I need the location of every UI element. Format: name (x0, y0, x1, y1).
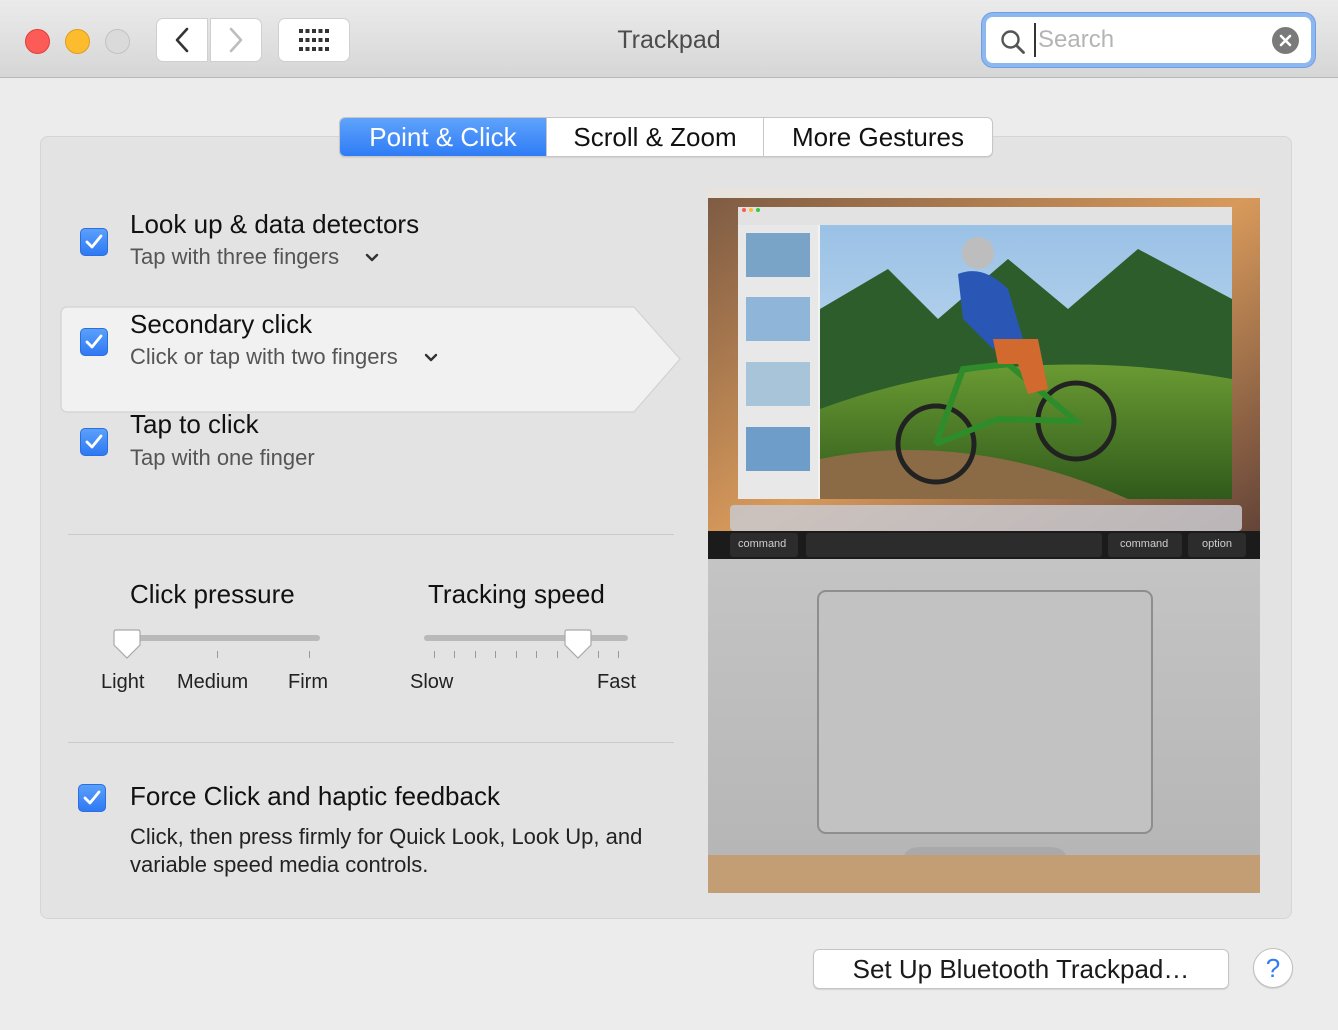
tap-to-click-checkbox[interactable] (80, 428, 108, 456)
tick-mark (597, 651, 599, 658)
look-up-subtitle: Tap with three fingers (130, 244, 340, 269)
click-pressure-track (116, 635, 320, 641)
tracking-speed-track (424, 635, 628, 641)
tick-mark (309, 651, 310, 658)
look-up-title: Look up & data detectors (130, 209, 420, 239)
secondary-click-gesture-dropdown[interactable]: Click or tap with two fingers (130, 344, 438, 370)
tick-mark (434, 651, 435, 658)
tab-point-and-click[interactable]: Point & Click (340, 118, 547, 156)
secondary-click-checkbox[interactable] (80, 328, 108, 356)
tick-mark (495, 651, 497, 658)
tap-to-click-title: Tap to click (130, 409, 259, 439)
tracking-speed-label: Tracking speed (428, 579, 605, 609)
divider (68, 742, 674, 743)
key-command-left: command (738, 538, 786, 550)
click-pressure-slider-thumb[interactable] (113, 628, 141, 660)
tick-mark (515, 651, 517, 658)
force-click-description: Click, then press firmly for Quick Look,… (130, 824, 643, 877)
tab-bar: Point & Click Scroll & Zoom More Gesture… (339, 117, 993, 157)
look-up-checkbox[interactable] (80, 228, 108, 256)
search-input[interactable] (1034, 23, 1264, 57)
tick-mark (454, 651, 456, 658)
pressure-firm-label: Firm (288, 671, 328, 693)
checkmark-icon (85, 234, 103, 249)
chevron-down-icon (424, 353, 438, 362)
checkmark-icon (83, 790, 101, 805)
tick-mark (474, 651, 476, 658)
search-field[interactable] (982, 13, 1315, 67)
trackpad-surface (817, 590, 1153, 834)
chevron-down-icon (366, 253, 379, 262)
gesture-preview-video: command command option (708, 189, 1260, 893)
title-bar: Trackpad (0, 0, 1338, 78)
tap-to-click-subtitle: Tap with one finger (130, 445, 315, 470)
tick-mark (217, 651, 218, 658)
key-command-right: command (1120, 538, 1168, 550)
pressure-medium-label: Medium (177, 671, 249, 693)
force-click-title: Force Click and haptic feedback (130, 781, 500, 811)
divider (68, 534, 674, 535)
tab-scroll-and-zoom[interactable]: Scroll & Zoom (547, 118, 764, 156)
clear-search-button[interactable] (1272, 27, 1299, 54)
click-pressure-label: Click pressure (130, 579, 295, 609)
secondary-click-title: Secondary click (130, 309, 313, 339)
tab-more-gestures[interactable]: More Gestures (764, 118, 992, 156)
tick-mark (618, 651, 619, 658)
force-click-checkbox[interactable] (78, 784, 106, 812)
close-icon (1279, 34, 1292, 47)
tick-mark (556, 651, 558, 658)
speed-slow-label: Slow (410, 671, 454, 693)
key-option: option (1202, 538, 1232, 550)
tick-mark (536, 651, 538, 658)
help-button[interactable]: ? (1253, 948, 1293, 988)
speed-fast-label: Fast (597, 671, 636, 693)
secondary-click-subtitle: Click or tap with two fingers (130, 344, 398, 369)
look-up-gesture-dropdown[interactable]: Tap with three fingers (130, 244, 379, 270)
checkmark-icon (85, 334, 103, 349)
search-icon (1001, 30, 1025, 54)
pressure-light-label: Light (101, 671, 145, 693)
checkmark-icon (85, 434, 103, 449)
tracking-speed-slider-thumb[interactable] (564, 628, 592, 660)
set-up-bluetooth-trackpad-button[interactable]: Set Up Bluetooth Trackpad… (813, 949, 1229, 989)
preview-illustration: command command option (708, 189, 1260, 893)
